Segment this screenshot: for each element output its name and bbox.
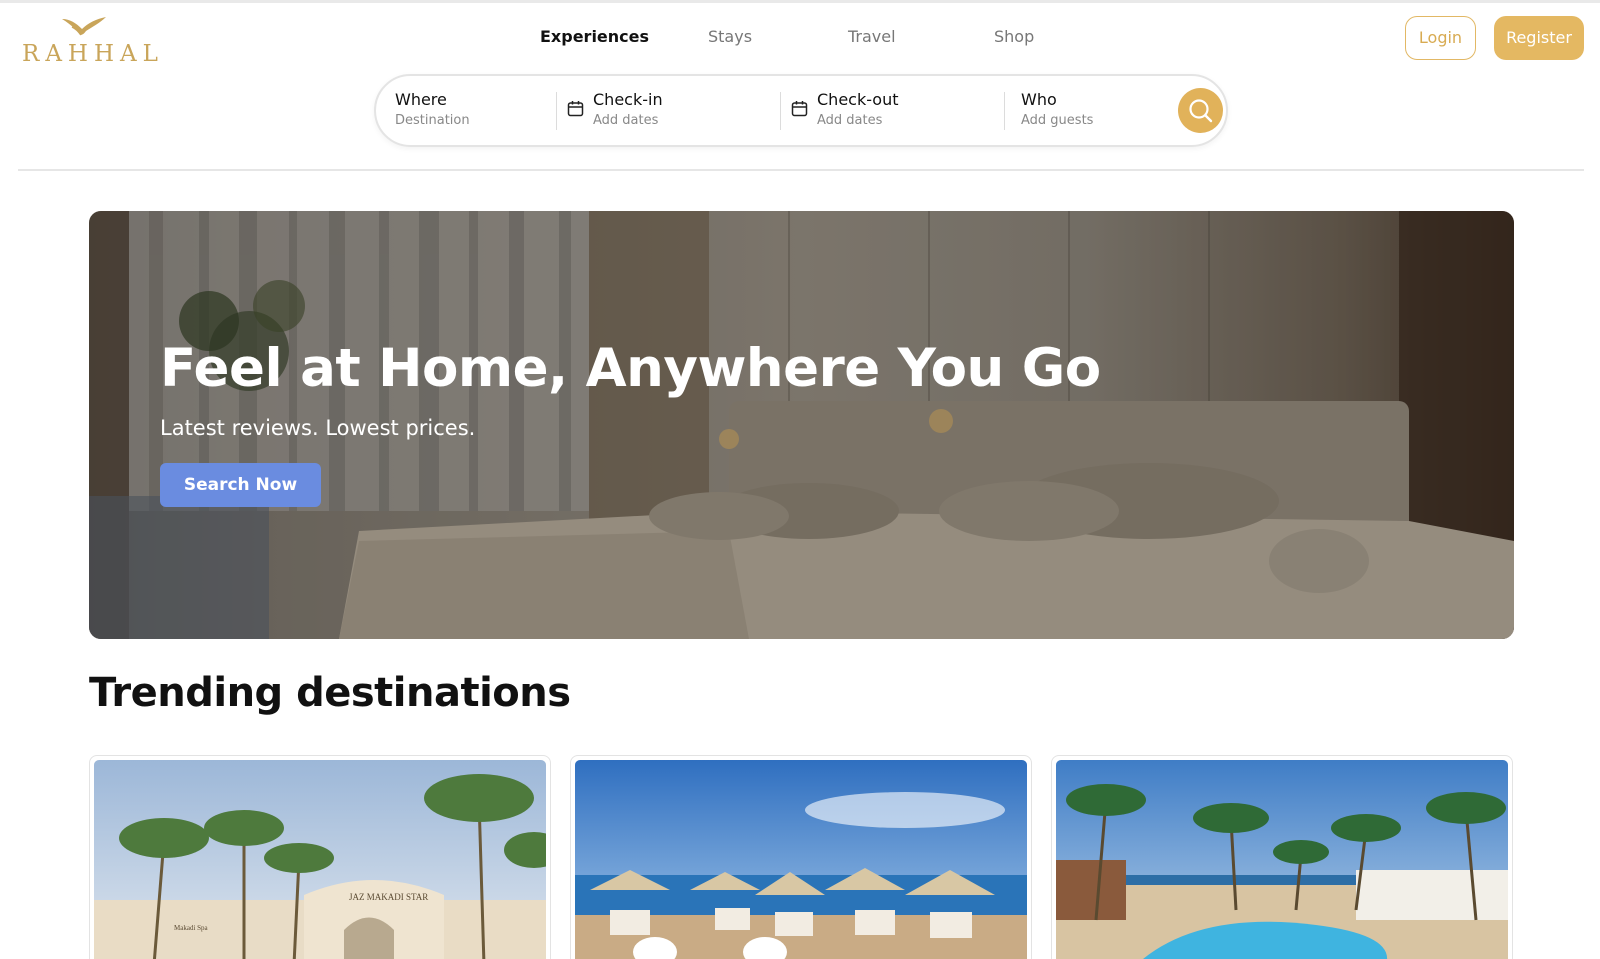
- calendar-icon: [791, 101, 808, 117]
- search-divider: [1004, 92, 1005, 130]
- destination-image-beach: [575, 760, 1027, 959]
- search-button[interactable]: [1178, 88, 1223, 133]
- destination-card[interactable]: JAZ MAKADI STAR Makadi Spa: [89, 755, 551, 959]
- where-label: Where: [395, 90, 447, 109]
- destination-image-resort: JAZ MAKADI STAR Makadi Spa: [94, 760, 546, 959]
- spa-sign-text: Makadi Spa: [174, 924, 209, 932]
- hero-subtitle: Latest reviews. Lowest prices.: [160, 416, 476, 440]
- search-divider: [780, 92, 781, 130]
- search-now-button[interactable]: Search Now: [160, 463, 321, 507]
- destination-card[interactable]: [1051, 755, 1513, 959]
- checkin-label: Check-in: [593, 90, 663, 109]
- where-placeholder: Destination: [395, 113, 470, 128]
- search-divider: [556, 92, 557, 130]
- login-button[interactable]: Login: [1405, 16, 1476, 60]
- site-header: RAHHAL Experiences Stays Travel Shop Log…: [0, 3, 1600, 171]
- hero-title: Feel at Home, Anywhere You Go: [160, 338, 1101, 399]
- destination-image-pool: [1056, 760, 1508, 959]
- checkout-placeholder: Add dates: [817, 113, 883, 128]
- checkin-placeholder: Add dates: [593, 113, 659, 128]
- calendar-icon: [567, 101, 584, 117]
- main-nav: Experiences Stays Travel Shop: [0, 27, 1600, 53]
- hero-banner: Feel at Home, Anywhere You Go Latest rev…: [89, 211, 1514, 639]
- who-field[interactable]: Who Add guests: [1021, 90, 1161, 134]
- checkout-label: Check-out: [817, 90, 899, 109]
- search-icon: [1189, 99, 1213, 123]
- hotel-sign-text: JAZ MAKADI STAR: [349, 892, 428, 902]
- nav-shop[interactable]: Shop: [994, 27, 1034, 46]
- checkout-field[interactable]: Check-out Add dates: [791, 90, 991, 134]
- trending-title: Trending destinations: [89, 670, 571, 716]
- nav-stays[interactable]: Stays: [708, 27, 752, 46]
- register-button[interactable]: Register: [1494, 16, 1584, 60]
- checkin-field[interactable]: Check-in Add dates: [567, 90, 767, 134]
- header-separator: [18, 169, 1584, 171]
- destination-card[interactable]: [570, 755, 1032, 959]
- nav-experiences[interactable]: Experiences: [540, 27, 649, 46]
- search-bar: Where Destination Check-in Add dates Che…: [374, 74, 1228, 147]
- who-placeholder: Add guests: [1021, 113, 1094, 128]
- nav-travel[interactable]: Travel: [848, 27, 896, 46]
- who-label: Who: [1021, 90, 1057, 109]
- where-field[interactable]: Where Destination: [395, 90, 545, 134]
